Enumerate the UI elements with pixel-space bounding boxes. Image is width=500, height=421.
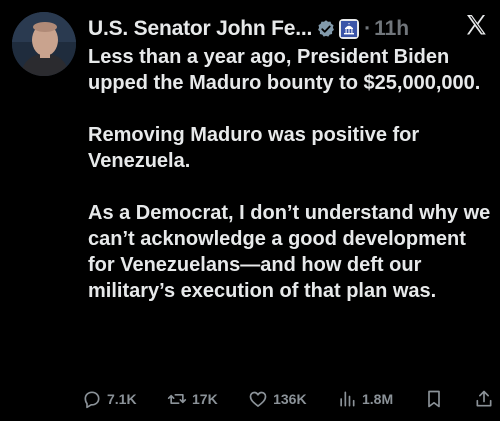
bookmark-icon xyxy=(427,390,440,408)
government-badge-icon[interactable] xyxy=(339,19,360,39)
verified-badge-icon[interactable] xyxy=(316,19,336,39)
repost-count: 17K xyxy=(192,391,218,407)
avatar[interactable] xyxy=(12,12,76,76)
reply-count: 7.1K xyxy=(107,391,137,407)
share-icon xyxy=(476,390,492,407)
tweet[interactable]: U.S. Senator John Fe... · 11h Less than … xyxy=(0,0,500,421)
tweet-paragraph: Less than a year ago, President Biden up… xyxy=(88,46,481,94)
views-button[interactable]: 1.8M xyxy=(337,389,393,409)
reply-button[interactable]: 7.1K xyxy=(82,389,137,409)
repost-button[interactable]: 17K xyxy=(167,389,218,409)
like-count: 136K xyxy=(273,391,307,407)
timestamp[interactable]: 11h xyxy=(374,17,409,41)
bookmark-button[interactable] xyxy=(424,389,444,409)
views-icon xyxy=(340,391,355,407)
share-button[interactable] xyxy=(474,389,494,409)
views-count: 1.8M xyxy=(362,391,394,407)
reply-icon xyxy=(84,391,100,409)
x-logo-icon[interactable] xyxy=(464,13,488,37)
tweet-paragraph: Removing Maduro was positive for Venezue… xyxy=(88,124,420,172)
like-button[interactable]: 136K xyxy=(248,389,307,409)
author-name[interactable]: U.S. Senator John Fe... xyxy=(88,17,312,41)
tweet-header: U.S. Senator John Fe... · 11h xyxy=(88,14,490,44)
tweet-actions: 7.1K 17K 136K 1.8M xyxy=(82,386,494,412)
like-icon xyxy=(249,391,267,407)
repost-icon xyxy=(167,394,187,404)
tweet-paragraph: As a Democrat, I don’t understand why we… xyxy=(88,202,491,302)
header-separator: · xyxy=(364,17,372,40)
tweet-text: Less than a year ago, President Biden up… xyxy=(88,44,492,304)
